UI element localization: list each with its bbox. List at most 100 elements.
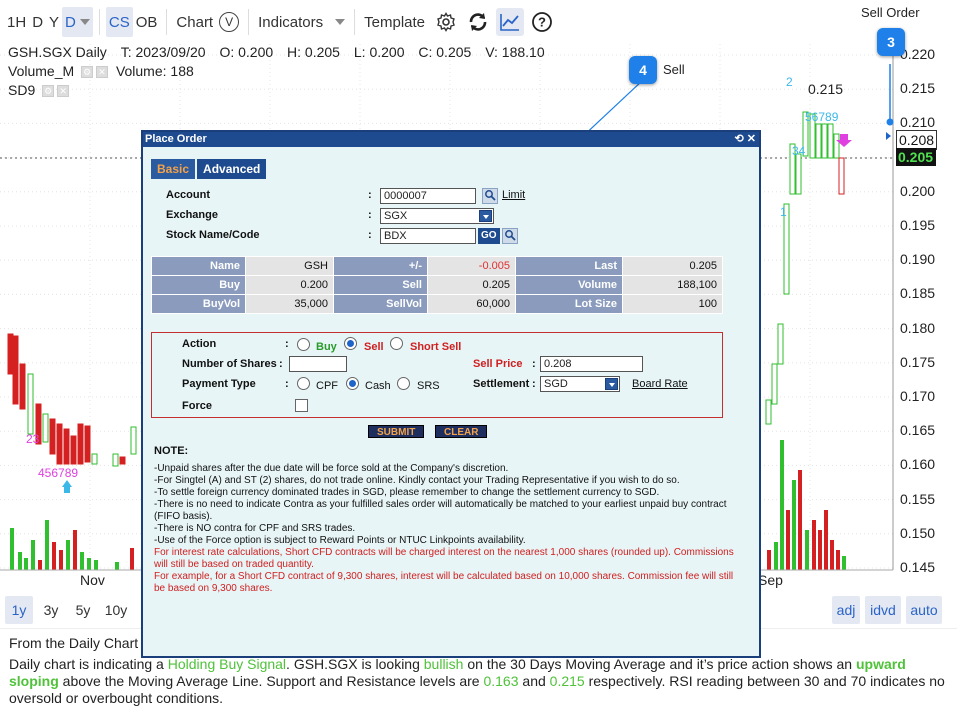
timeframe-d[interactable]: D [29, 7, 46, 37]
table-header-cell: SellVol [333, 294, 428, 314]
table-cell: -0.005 [427, 256, 516, 276]
shares-field[interactable] [289, 356, 347, 372]
desc-text: on the 30 Days Moving Average and it’s p… [463, 656, 856, 672]
description-body: Daily chart is indicating a Holding Buy … [9, 656, 948, 707]
candle [795, 153, 802, 195]
signal-text: Holding Buy Signal [167, 656, 287, 672]
close-icon[interactable]: ✕ [96, 66, 109, 79]
force-label: Force [182, 400, 212, 412]
candle [112, 453, 119, 467]
divider [98, 9, 100, 35]
range-10y[interactable]: 10y [100, 596, 132, 624]
table-header-cell: +/- [333, 256, 428, 276]
payment-type-label: Payment Type [182, 378, 256, 390]
candle [12, 335, 19, 405]
low-value: L: 0.200 [353, 44, 405, 60]
range-1y[interactable]: 1y [5, 596, 33, 624]
volume-bar [45, 520, 49, 570]
table-row: Buy 0.200 Sell 0.205 Volume 188,100 [151, 275, 723, 295]
range-5y[interactable]: 5y [69, 596, 97, 624]
note-item: -For Singtel (A) and ST (2) shares, do n… [154, 475, 680, 486]
cs-button[interactable]: CS [105, 7, 133, 37]
action-sell-label[interactable]: Sell [364, 341, 384, 353]
volume-bar [836, 550, 840, 570]
table-cell: 100 [622, 294, 723, 314]
ob-button[interactable]: OB [133, 7, 161, 37]
action-sell-radio[interactable] [344, 337, 357, 350]
symbol-label: GSH.SGX Daily [8, 44, 107, 60]
help-icon[interactable]: ? [528, 8, 556, 36]
desc-text: . GSH.SGX is looking [286, 656, 424, 672]
close-icon[interactable]: ✕ [57, 85, 70, 98]
go-button[interactable]: GO [478, 228, 500, 244]
search-icon[interactable] [502, 228, 518, 244]
timeframe-1h[interactable]: 1H [4, 7, 29, 37]
auto-button[interactable]: auto [906, 596, 942, 624]
y-tick-label: 0.200 [900, 182, 936, 199]
stock-code-field[interactable]: BDX [380, 228, 476, 244]
volume-bar [824, 510, 828, 570]
dialog-titlebar[interactable]: Place Order ⟲ ✕ [143, 132, 759, 147]
limit-link[interactable]: Limit [502, 189, 525, 201]
gear-icon[interactable] [432, 8, 460, 36]
adj-button[interactable]: adj [832, 596, 860, 624]
settings-icon[interactable]: ⚙ [42, 85, 55, 98]
payment-cash-radio[interactable] [346, 377, 359, 390]
refresh-icon[interactable] [464, 8, 492, 36]
clear-button[interactable]: CLEAR [435, 425, 488, 438]
action-short-sell-label[interactable]: Short Sell [410, 341, 461, 353]
table-header-cell: Sell [333, 275, 428, 295]
chart-menu[interactable]: Chart V [173, 7, 242, 37]
chart-menu-label: Chart [176, 13, 214, 31]
action-buy-radio[interactable] [297, 338, 310, 351]
timeframe-y[interactable]: Y [46, 7, 62, 37]
payment-cpf-label[interactable]: CPF [316, 380, 338, 392]
exchange-select[interactable]: SGX [380, 208, 494, 224]
range-3y[interactable]: 3y [37, 596, 65, 624]
tab-basic[interactable]: Basic [151, 159, 196, 179]
payment-cpf-radio[interactable] [297, 377, 310, 390]
payment-srs-radio[interactable] [397, 377, 410, 390]
candle [765, 399, 772, 425]
chevron-down-icon [605, 378, 618, 390]
support-value: 0.163 [483, 673, 519, 689]
settings-icon[interactable]: ⚙ [81, 66, 94, 79]
timeframe-dropdown[interactable]: D [62, 7, 93, 37]
stock-label: Stock Name/Code [166, 229, 260, 241]
colon: : [285, 378, 289, 390]
account-field[interactable]: 0000007 [380, 188, 476, 204]
notes-title: NOTE: [154, 445, 189, 457]
dialog-window-controls[interactable]: ⟲ ✕ [735, 132, 757, 147]
chevron-down-icon [479, 210, 492, 222]
colon: : [368, 189, 372, 201]
volume-bar [830, 540, 834, 570]
chart-type-icon: V [219, 12, 240, 32]
note-item: For interest rate calculations, Short CF… [154, 547, 734, 570]
indicators-menu[interactable]: Indicators [255, 7, 348, 37]
table-cell: 188,100 [622, 275, 723, 295]
volume-bar [818, 530, 822, 570]
force-checkbox[interactable] [295, 399, 308, 412]
volume-bar [130, 548, 134, 570]
search-icon[interactable] [482, 188, 498, 204]
idvd-button[interactable]: idvd [865, 596, 901, 624]
sell-price-field[interactable]: 0.208 [540, 356, 643, 372]
y-tick-label: 0.150 [900, 524, 936, 541]
payment-cash-label[interactable]: Cash [365, 380, 391, 392]
submit-button[interactable]: SUBMIT [368, 425, 425, 438]
peak-label: 0.215 [808, 81, 844, 97]
board-rate-link[interactable]: Board Rate [632, 378, 688, 390]
volume-bar [94, 560, 98, 570]
volume-bar [66, 540, 70, 570]
action-short-sell-radio[interactable] [390, 337, 403, 350]
settlement-select[interactable]: SGD [540, 376, 620, 392]
shares-label: Number of Shares [182, 358, 277, 370]
template-menu[interactable]: Template [361, 7, 428, 37]
tab-advanced[interactable]: Advanced [197, 159, 267, 179]
trend-chart-icon[interactable] [496, 8, 525, 36]
candle [771, 363, 778, 405]
payment-srs-label[interactable]: SRS [417, 380, 440, 392]
count-label-456789: 456789 [38, 466, 79, 480]
volume-bar [842, 556, 846, 570]
action-buy-label[interactable]: Buy [316, 341, 337, 353]
